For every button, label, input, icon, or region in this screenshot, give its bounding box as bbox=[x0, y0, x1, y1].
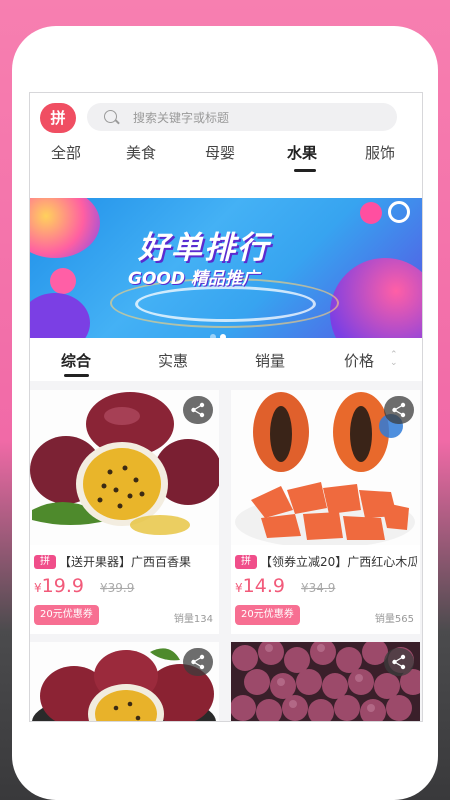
search-bar[interactable]: 搜索关键字或标题 bbox=[87, 103, 397, 131]
price-value: 19.9 bbox=[41, 575, 84, 597]
product-title[interactable]: 【送开果器】广西百香果 bbox=[59, 555, 191, 569]
group-buy-badge: 拼 bbox=[235, 554, 257, 569]
original-price: ¥34.9 bbox=[301, 581, 336, 595]
banner-decor-dot bbox=[360, 202, 382, 224]
banner-decor-blob bbox=[330, 258, 422, 338]
product-card[interactable]: 拼【领券立减20】广西红心木瓜 ¥14.9 ¥34.9 20元优惠券 销量565 bbox=[231, 390, 420, 634]
product-price: ¥19.9 bbox=[34, 575, 84, 597]
sort-value[interactable]: 实惠 bbox=[158, 350, 188, 371]
price-value: 14.9 bbox=[242, 575, 285, 597]
product-image[interactable] bbox=[30, 642, 219, 721]
product-image[interactable] bbox=[231, 390, 420, 545]
promo-banner[interactable]: 好单排行 GOOD 精品推广 bbox=[30, 198, 422, 338]
share-icon bbox=[191, 402, 205, 418]
product-image[interactable] bbox=[231, 642, 420, 721]
app-logo: 拼 bbox=[40, 103, 76, 133]
group-buy-badge: 拼 bbox=[34, 554, 56, 569]
banner-subtitle: GOOD 精品推广 bbox=[128, 269, 259, 289]
product-image[interactable] bbox=[30, 390, 219, 545]
currency-symbol: ¥ bbox=[34, 581, 42, 595]
original-price: ¥39.9 bbox=[100, 581, 135, 595]
share-icon bbox=[392, 654, 406, 670]
sort-comprehensive[interactable]: 综合 bbox=[61, 350, 91, 371]
product-card[interactable] bbox=[30, 642, 219, 721]
product-card[interactable]: 拼【送开果器】广西百香果 ¥19.9 ¥39.9 20元优惠券 销量134 bbox=[30, 390, 219, 634]
product-card[interactable] bbox=[231, 642, 420, 721]
active-sort-indicator bbox=[64, 374, 89, 377]
product-grid: 拼【送开果器】广西百香果 ¥19.9 ¥39.9 20元优惠券 销量134 拼 … bbox=[30, 390, 422, 721]
sort-tabs: 综合 实惠 销量 价格 ⌃ ⌄ bbox=[30, 338, 422, 381]
sort-arrows-icon[interactable]: ⌃ ⌄ bbox=[390, 351, 398, 368]
banner-decor-ring bbox=[388, 201, 410, 223]
share-button[interactable] bbox=[384, 648, 414, 676]
coupon-badge[interactable]: 20元优惠券 bbox=[235, 605, 300, 625]
tab-all[interactable]: 全部 bbox=[51, 142, 81, 163]
sales-count: 销量565 bbox=[374, 614, 414, 625]
category-tabs: 全部 美食 母婴 水果 服饰 bbox=[30, 138, 422, 198]
share-button[interactable] bbox=[183, 648, 213, 676]
currency-symbol: ¥ bbox=[235, 581, 243, 595]
sales-count: 销量134 bbox=[173, 614, 213, 625]
sort-price[interactable]: 价格 bbox=[344, 350, 374, 371]
product-price: ¥14.9 bbox=[235, 575, 285, 597]
tab-baby[interactable]: 母婴 bbox=[205, 142, 235, 163]
search-placeholder: 搜索关键字或标题 bbox=[133, 111, 230, 125]
search-icon bbox=[104, 110, 117, 123]
tab-food[interactable]: 美食 bbox=[126, 142, 156, 163]
banner-decor-blob bbox=[30, 198, 100, 258]
product-title[interactable]: 【领券立减20】广西红心木瓜 bbox=[260, 555, 417, 569]
header: 拼 搜索关键字或标题 bbox=[30, 93, 422, 138]
banner-decor-ring bbox=[135, 286, 316, 322]
coupon-badge[interactable]: 20元优惠券 bbox=[34, 605, 99, 625]
product-title-row: 拼【领券立减20】广西红心木瓜 bbox=[235, 551, 417, 569]
share-button[interactable] bbox=[384, 396, 414, 424]
tab-clothing[interactable]: 服饰 bbox=[365, 142, 395, 163]
phone-frame: 拼 搜索关键字或标题 全部 美食 母婴 水果 服饰 好单排行 GOOD 精品推广… bbox=[12, 26, 438, 800]
banner-decor-dot bbox=[50, 268, 76, 294]
share-icon bbox=[392, 402, 406, 418]
share-button[interactable] bbox=[183, 396, 213, 424]
banner-decor-blob bbox=[30, 293, 90, 338]
active-tab-indicator bbox=[294, 169, 316, 172]
banner-pagination bbox=[210, 325, 230, 338]
sort-sales[interactable]: 销量 bbox=[255, 350, 285, 371]
banner-title: 好单排行 bbox=[138, 230, 270, 266]
product-title-row: 拼【送开果器】广西百香果 bbox=[34, 551, 216, 569]
tab-fruit[interactable]: 水果 bbox=[287, 142, 317, 163]
app-screen: 拼 搜索关键字或标题 全部 美食 母婴 水果 服饰 好单排行 GOOD 精品推广… bbox=[29, 92, 423, 722]
share-icon bbox=[191, 654, 205, 670]
